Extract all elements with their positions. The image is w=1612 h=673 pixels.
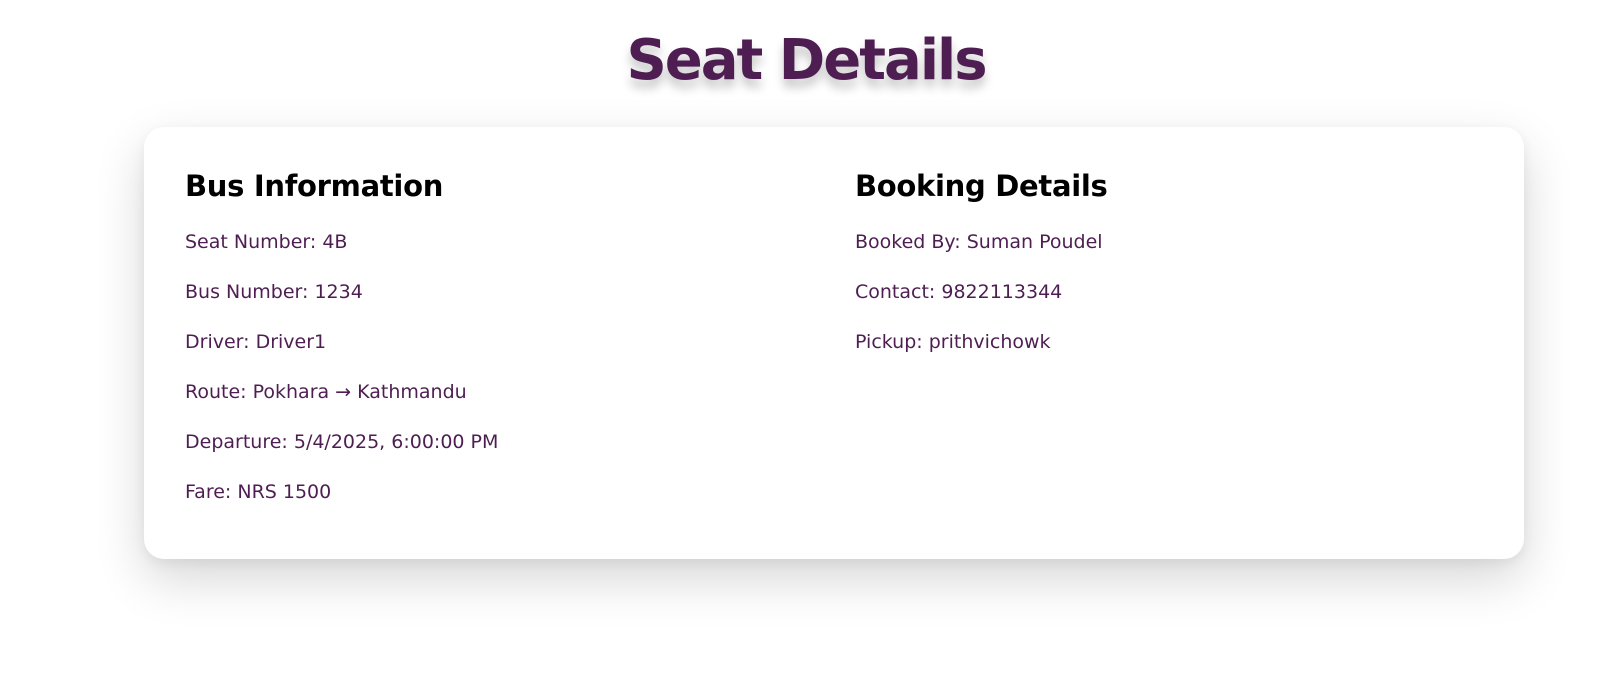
- fare-text: Fare: NRS 1500: [185, 481, 332, 503]
- driver-text: Driver: Driver1: [185, 331, 327, 353]
- booked-by-text: Booked By: Suman Poudel: [855, 231, 1103, 253]
- route-text: Route: Pokhara → Kathmandu: [185, 381, 467, 403]
- bus-information-section: Bus Information Seat Number: 4B Bus Numb…: [185, 167, 785, 530]
- bus-information-list: Seat Number: 4B Bus Number: 1234 Driver:…: [185, 230, 785, 530]
- details-card: Bus Information Seat Number: 4B Bus Numb…: [144, 127, 1524, 559]
- booking-details-section: Booking Details Booked By: Suman Poudel …: [855, 167, 1455, 380]
- booking-details-list: Booked By: Suman Poudel Contact: 9822113…: [855, 230, 1455, 380]
- bus-information-heading: Bus Information: [185, 169, 444, 203]
- contact-text: Contact: 9822113344: [855, 281, 1063, 303]
- pickup-text: Pickup: prithvichowk: [855, 331, 1051, 353]
- booking-details-heading: Booking Details: [855, 169, 1108, 203]
- page-title: Seat Details: [626, 28, 987, 93]
- departure-text: Departure: 5/4/2025, 6:00:00 PM: [185, 431, 499, 453]
- bus-number-text: Bus Number: 1234: [185, 281, 363, 303]
- seat-details-page: Seat Details Bus Information Seat Number…: [0, 0, 1612, 673]
- seat-number-text: Seat Number: 4B: [185, 231, 348, 253]
